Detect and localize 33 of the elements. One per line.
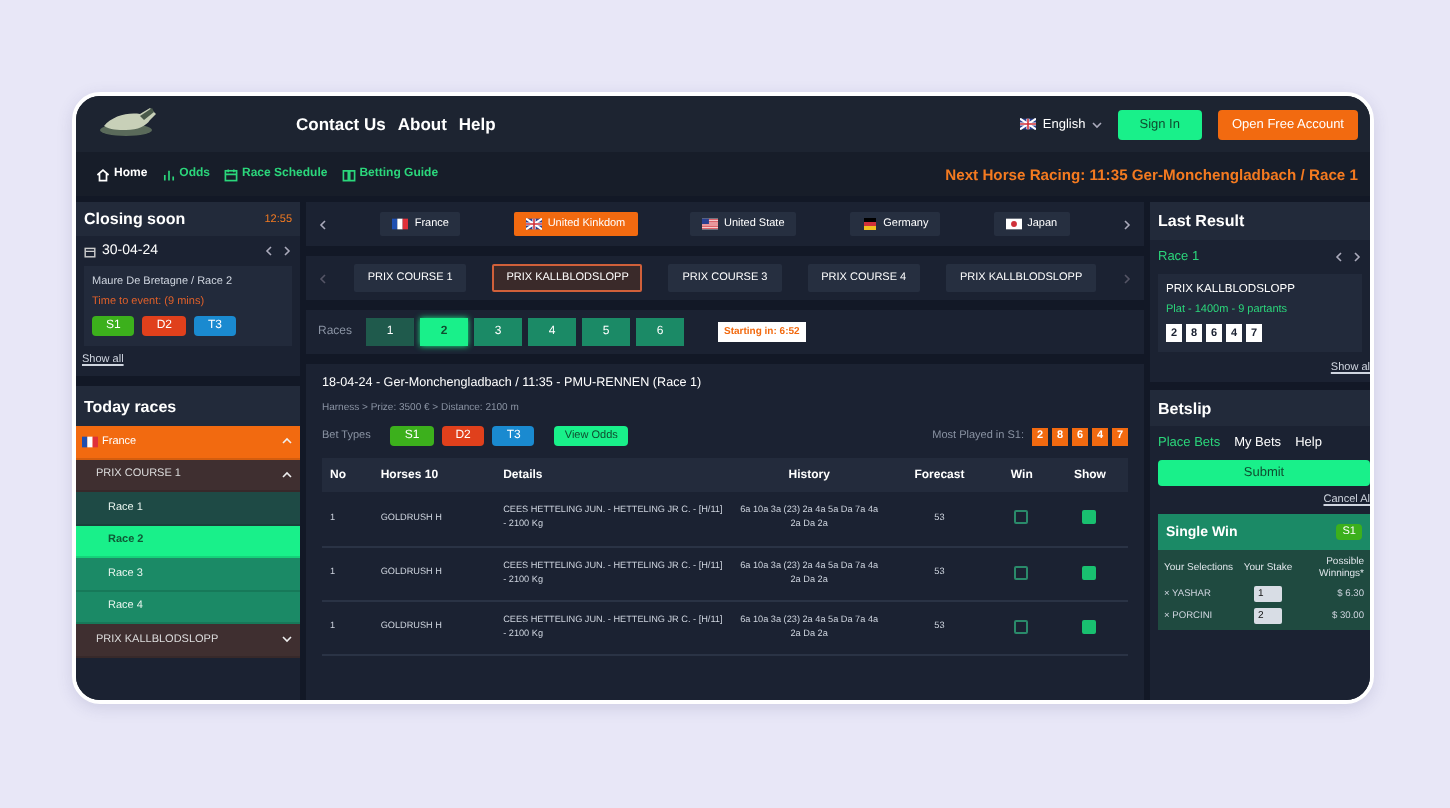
flag-icon [701,218,718,230]
calendar-icon [84,245,96,257]
chevron-right-icon[interactable] [282,246,292,256]
win-checkbox[interactable] [1014,565,1029,580]
flag-icon [1020,118,1037,130]
chevron-up-icon[interactable] [282,469,292,480]
chevron-down-icon[interactable] [1091,119,1102,129]
show-checkbox[interactable] [1082,510,1097,525]
nav-link[interactable]: Contact Us [296,114,386,134]
nav-link[interactable]: About [397,114,447,134]
show-checkbox[interactable] [1082,619,1097,634]
flag-icon [525,218,542,230]
flag-icon [861,218,878,230]
panel-title: Betslip [1158,399,1212,417]
flag-icon [82,435,98,448]
home-icon [96,167,110,181]
panel-title: Closing soon [84,210,186,228]
chevron-right-icon[interactable] [1352,252,1362,262]
show-checkbox[interactable] [1082,565,1097,580]
calendar-icon [224,167,239,181]
chevron-left-icon[interactable] [1334,252,1344,262]
flag-icon [392,218,409,230]
flag-icon [1005,218,1022,230]
chevron-right-icon[interactable] [1121,219,1132,229]
win-checkbox[interactable] [1014,619,1029,634]
book-icon [341,167,356,181]
chart-icon [161,167,176,181]
chevron-left-icon[interactable] [318,219,328,229]
chevron-left-icon[interactable] [264,246,274,256]
panel-title: Last Result [1158,212,1245,230]
nav-link[interactable]: Help [458,114,496,134]
win-checkbox[interactable] [1014,510,1029,525]
panel-title: Today races [84,397,177,415]
